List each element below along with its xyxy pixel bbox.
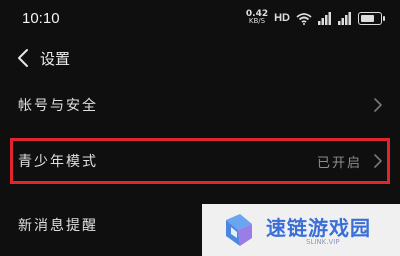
highlight-box bbox=[10, 138, 390, 184]
settings-item-account-security[interactable]: 帐号与安全 bbox=[0, 82, 400, 128]
status-time: 10:10 bbox=[22, 10, 60, 27]
wifi-icon bbox=[296, 12, 312, 25]
battery-level bbox=[361, 14, 374, 22]
header: 设置 bbox=[0, 42, 400, 74]
status-bar: 10:10 0.42 KB/S HD bbox=[0, 0, 400, 36]
status-icons: 0.42 KB/S HD bbox=[246, 8, 385, 28]
watermark-brand: 速链游戏园 bbox=[266, 216, 371, 240]
signal-icon bbox=[318, 11, 331, 25]
battery-icon bbox=[358, 11, 385, 25]
logo-icon bbox=[226, 214, 252, 246]
settings-item-label: 帐号与安全 bbox=[18, 98, 98, 114]
network-speed: 0.42 KB/S bbox=[246, 10, 268, 25]
watermark-url: SLINK.VIP bbox=[306, 238, 340, 246]
settings-item-label: 新消息提醒 bbox=[18, 218, 98, 234]
chevron-right-icon bbox=[374, 98, 382, 112]
watermark: 速链游戏园 SLINK.VIP bbox=[202, 204, 400, 256]
network-speed-unit: KB/S bbox=[248, 17, 266, 25]
chevron-left-icon[interactable] bbox=[12, 46, 36, 70]
signal-icon bbox=[338, 11, 351, 25]
page-title: 设置 bbox=[40, 50, 71, 68]
hd-indicator: HD bbox=[274, 12, 290, 24]
